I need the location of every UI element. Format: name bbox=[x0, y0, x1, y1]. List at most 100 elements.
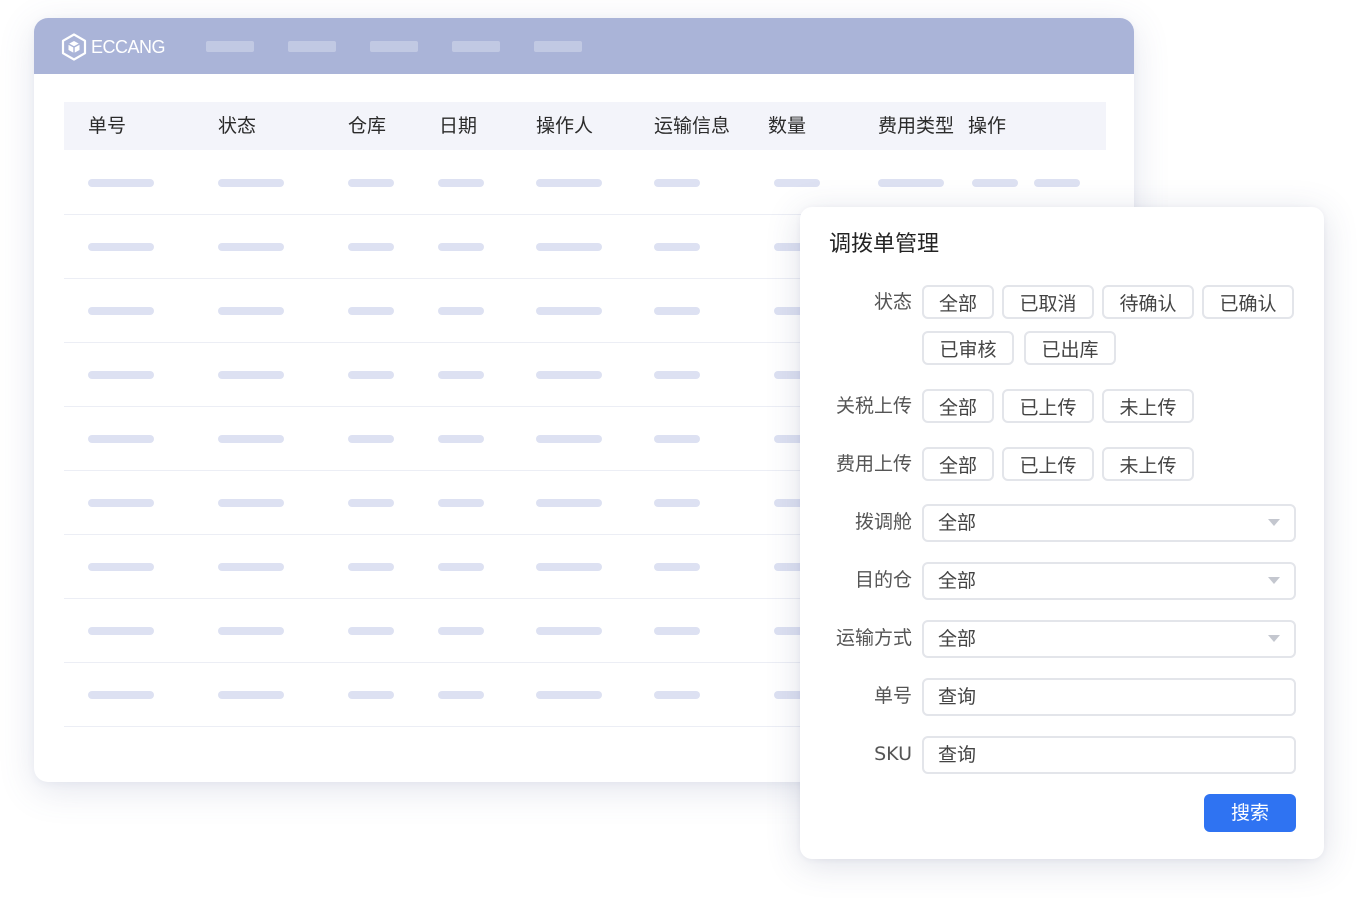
transfer-bay-value: 全部 bbox=[938, 512, 977, 534]
column-header-fee-type: 费用类型 bbox=[878, 115, 955, 137]
shipping-method-value: 全部 bbox=[938, 628, 977, 650]
filter-panel: 调拨单管理 状态 全部 已取消 待确认 已确认 已审核 已出库 关税上传 全部 … bbox=[800, 207, 1324, 859]
column-header-warehouse: 仓库 bbox=[348, 115, 387, 137]
cell-placeholder bbox=[218, 371, 284, 379]
cell-placeholder bbox=[218, 307, 284, 315]
cell-placeholder bbox=[438, 243, 484, 251]
nav-item-placeholder[interactable] bbox=[370, 41, 418, 52]
cell-placeholder bbox=[218, 435, 284, 443]
table-row[interactable] bbox=[64, 150, 1106, 215]
cell-placeholder bbox=[218, 563, 284, 571]
cell-placeholder bbox=[348, 499, 394, 507]
column-header-actions: 操作 bbox=[968, 115, 1007, 137]
cell-placeholder bbox=[438, 499, 484, 507]
cell-placeholder bbox=[654, 691, 700, 699]
chevron-down-icon bbox=[1268, 577, 1280, 584]
status-option-approved[interactable]: 已审核 bbox=[922, 331, 1014, 365]
cell-placeholder bbox=[348, 243, 394, 251]
cell-placeholder bbox=[536, 371, 602, 379]
cell-placeholder bbox=[348, 371, 394, 379]
destination-label: 目的仓 bbox=[854, 569, 912, 591]
column-header-quantity: 数量 bbox=[768, 115, 807, 137]
cell-placeholder bbox=[1034, 179, 1080, 187]
cell-placeholder bbox=[654, 499, 700, 507]
shipping-method-select[interactable]: 全部 bbox=[922, 620, 1296, 658]
cell-placeholder bbox=[536, 243, 602, 251]
tariff-option-not-uploaded[interactable]: 未上传 bbox=[1102, 389, 1194, 423]
nav-item-placeholder[interactable] bbox=[452, 41, 500, 52]
cell-placeholder bbox=[88, 563, 154, 571]
cell-placeholder bbox=[348, 307, 394, 315]
shipping-method-label: 运输方式 bbox=[835, 627, 912, 649]
nav-item-placeholder[interactable] bbox=[288, 41, 336, 52]
transfer-bay-label: 拨调舱 bbox=[854, 511, 912, 533]
cell-placeholder bbox=[88, 307, 154, 315]
cell-placeholder bbox=[774, 179, 820, 187]
cell-placeholder bbox=[972, 179, 1018, 187]
cell-placeholder bbox=[88, 627, 154, 635]
sku-label: SKU bbox=[874, 743, 912, 765]
cell-placeholder bbox=[438, 691, 484, 699]
cell-placeholder bbox=[438, 627, 484, 635]
status-option-pending[interactable]: 待确认 bbox=[1102, 285, 1194, 319]
cell-placeholder bbox=[348, 563, 394, 571]
brand-name: ECCANG bbox=[91, 37, 166, 57]
cell-placeholder bbox=[218, 627, 284, 635]
table-header: 单号 状态 仓库 日期 操作人 运输信息 数量 费用类型 操作 bbox=[64, 102, 1106, 150]
cell-placeholder bbox=[88, 691, 154, 699]
cell-placeholder bbox=[536, 499, 602, 507]
chevron-down-icon bbox=[1268, 519, 1280, 526]
order-no-input[interactable] bbox=[924, 680, 1294, 714]
cell-placeholder bbox=[536, 179, 602, 187]
cell-placeholder bbox=[654, 179, 700, 187]
nav-item-placeholder[interactable] bbox=[206, 41, 254, 52]
cell-placeholder bbox=[348, 627, 394, 635]
fee-option-uploaded[interactable]: 已上传 bbox=[1002, 447, 1094, 481]
destination-value: 全部 bbox=[938, 570, 977, 592]
cell-placeholder bbox=[88, 435, 154, 443]
cell-placeholder bbox=[536, 691, 602, 699]
cell-placeholder bbox=[438, 179, 484, 187]
column-header-date: 日期 bbox=[439, 115, 478, 137]
column-header-status: 状态 bbox=[218, 115, 257, 137]
cell-placeholder bbox=[654, 627, 700, 635]
tariff-upload-label: 关税上传 bbox=[835, 395, 912, 417]
cell-placeholder bbox=[536, 563, 602, 571]
column-header-operator: 操作人 bbox=[536, 115, 594, 137]
cell-placeholder bbox=[654, 243, 700, 251]
fee-option-all[interactable]: 全部 bbox=[922, 447, 994, 481]
nav-item-placeholder[interactable] bbox=[534, 41, 582, 52]
fee-option-not-uploaded[interactable]: 未上传 bbox=[1102, 447, 1194, 481]
status-label: 状态 bbox=[873, 291, 912, 313]
cell-placeholder bbox=[878, 179, 944, 187]
column-header-order-no: 单号 bbox=[88, 115, 127, 137]
cell-placeholder bbox=[536, 435, 602, 443]
order-no-label: 单号 bbox=[873, 685, 912, 707]
top-bar: ECCANG bbox=[34, 18, 1134, 74]
cell-placeholder bbox=[654, 371, 700, 379]
destination-select[interactable]: 全部 bbox=[922, 562, 1296, 600]
tariff-option-uploaded[interactable]: 已上传 bbox=[1002, 389, 1094, 423]
status-option-confirmed[interactable]: 已确认 bbox=[1202, 285, 1294, 319]
sku-field bbox=[922, 736, 1296, 774]
status-option-all[interactable]: 全部 bbox=[922, 285, 994, 319]
fee-upload-label: 费用上传 bbox=[835, 453, 912, 475]
cell-placeholder bbox=[438, 371, 484, 379]
cell-placeholder bbox=[218, 691, 284, 699]
eccang-logo-icon bbox=[61, 33, 87, 61]
tariff-option-all[interactable]: 全部 bbox=[922, 389, 994, 423]
cell-placeholder bbox=[218, 499, 284, 507]
cell-placeholder bbox=[218, 243, 284, 251]
status-option-shipped[interactable]: 已出库 bbox=[1024, 331, 1116, 365]
transfer-bay-select[interactable]: 全部 bbox=[922, 504, 1296, 542]
cell-placeholder bbox=[348, 179, 394, 187]
panel-title: 调拨单管理 bbox=[829, 232, 940, 257]
cell-placeholder bbox=[348, 435, 394, 443]
status-option-cancelled[interactable]: 已取消 bbox=[1002, 285, 1094, 319]
sku-input[interactable] bbox=[924, 738, 1294, 772]
column-header-shipping-info: 运输信息 bbox=[654, 115, 731, 137]
cell-placeholder bbox=[536, 627, 602, 635]
search-button[interactable]: 搜索 bbox=[1204, 794, 1296, 832]
order-no-field bbox=[922, 678, 1296, 716]
cell-placeholder bbox=[348, 691, 394, 699]
